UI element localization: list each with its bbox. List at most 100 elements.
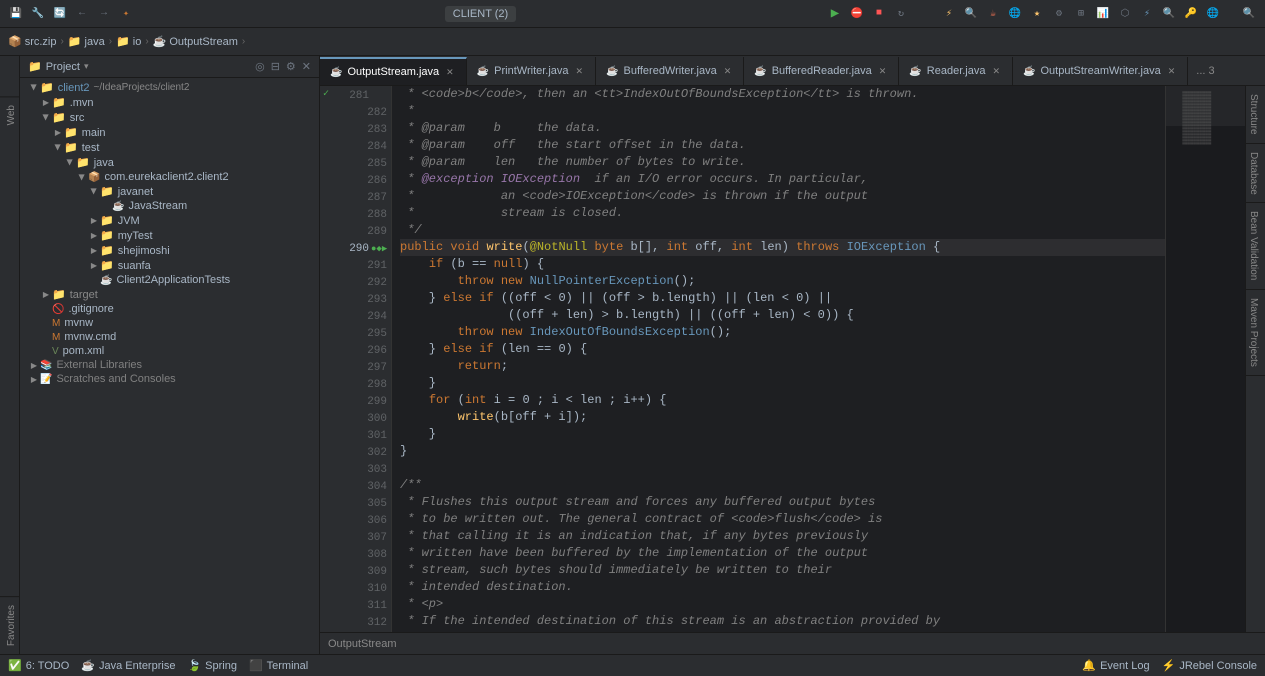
left-tab-web[interactable]: Web xyxy=(0,96,19,133)
tab-outputstreamwriter-close[interactable]: ✕ xyxy=(1166,65,1178,78)
icon2[interactable]: 🔧 xyxy=(30,6,46,22)
project-label: 📁 Project ▾ xyxy=(28,60,88,73)
tree-item-mvn[interactable]: ▶ 📁 .mvn xyxy=(20,95,319,110)
toolbar-globe[interactable]: 🌐 xyxy=(1007,6,1023,22)
stop-icon[interactable]: ■ xyxy=(871,6,887,22)
gutter-304: 304 xyxy=(332,479,391,496)
right-tab-database[interactable]: Database xyxy=(1246,144,1265,204)
tab-bufferedreader-close[interactable]: ✕ xyxy=(877,65,889,78)
toolbar-bolt[interactable]: ⚡ xyxy=(1139,6,1155,22)
tree-locate-icon[interactable]: ◎ xyxy=(255,60,265,73)
tree-item-javanet[interactable]: ▶ 📁 javanet xyxy=(20,184,319,199)
tree-item-target[interactable]: ▶ 📁 target xyxy=(20,287,319,302)
breadcrumb-java[interactable]: 📁 java xyxy=(68,35,105,48)
tree-item-mvnwcmd[interactable]: ▶ M mvnw.cmd xyxy=(20,330,319,344)
tab-outputstreamwriter[interactable]: ☕ OutputStreamWriter.java ✕ xyxy=(1013,57,1188,85)
debug-icon[interactable]: ⛔ xyxy=(849,6,865,22)
left-tab-favorites[interactable]: Favorites xyxy=(0,596,19,654)
tab-reader-close[interactable]: ✕ xyxy=(991,65,1003,78)
folder-main-icon: 📁 xyxy=(64,126,78,139)
tree-item-main[interactable]: ▶ 📁 main xyxy=(20,125,319,140)
toolbar-star[interactable]: ★ xyxy=(1029,6,1045,22)
tab-more[interactable]: ... 3 xyxy=(1188,57,1222,85)
project-dropdown-icon[interactable]: ▾ xyxy=(84,61,89,72)
tab-printwriter[interactable]: ☕ PrintWriter.java ✕ xyxy=(467,57,596,85)
tree-item-test[interactable]: ▶ 📁 test xyxy=(20,140,319,155)
bottom-tab-terminal[interactable]: ⬛ Terminal xyxy=(249,659,308,672)
tab-outputstream-close[interactable]: ✕ xyxy=(444,66,456,79)
bottom-jrebel[interactable]: ⚡ JRebel Console xyxy=(1162,659,1257,672)
code-line-294: ((off + len) > b.length) || ((off + len)… xyxy=(400,307,1165,324)
right-tab-structure[interactable]: Structure xyxy=(1246,86,1265,144)
save-icon[interactable]: 💾 xyxy=(8,6,24,22)
arrow-target: ▶ xyxy=(40,290,52,299)
toolbar-lock[interactable]: 🔑 xyxy=(1183,6,1199,22)
tree-settings-icon[interactable]: ⚙ xyxy=(286,60,296,73)
right-tab-beanval[interactable]: Bean Validation xyxy=(1246,203,1265,289)
code-line-285: * @param len the number of bytes to writ… xyxy=(400,154,1165,171)
tab-printwriter-close[interactable]: ✕ xyxy=(574,65,586,78)
breadcrumb-outputstream[interactable]: ☕ OutputStream xyxy=(153,35,238,48)
tree-item-jvm[interactable]: ▶ 📁 JVM xyxy=(20,213,319,228)
folder-mytest-icon: 📁 xyxy=(100,229,114,242)
tab-bar: ☕ OutputStream.java ✕ ☕ PrintWriter.java… xyxy=(320,56,1265,86)
code-line-288: * stream is closed. xyxy=(400,205,1165,222)
run-icon[interactable]: ▶ xyxy=(827,6,843,22)
breadcrumb-io[interactable]: 📁 io xyxy=(116,35,141,48)
toolbar-gear[interactable]: ⚙ xyxy=(1051,6,1067,22)
bottom-tab-todo[interactable]: ✅ 6: TODO xyxy=(8,659,69,672)
tab-bufferedwriter[interactable]: ☕ BufferedWriter.java ✕ xyxy=(596,57,744,85)
forward-icon[interactable]: → xyxy=(96,6,112,22)
ln-306: 306 xyxy=(359,513,387,530)
tree-item-mvnw[interactable]: ▶ M mvnw xyxy=(20,316,319,330)
tree-item-scratches[interactable]: ▶ 📝 Scratches and Consoles xyxy=(20,372,319,386)
toolbar-grid[interactable]: ⊞ xyxy=(1073,6,1089,22)
project-name[interactable]: CLIENT (2) xyxy=(445,6,516,22)
toolbar-maximize[interactable]: 🔍 xyxy=(1241,6,1257,22)
toolbar-lightning[interactable]: ⚡ xyxy=(941,6,957,22)
toolbar-search2[interactable]: 🔍 xyxy=(1161,6,1177,22)
tree-item-package[interactable]: ▶ 📦 com.eurekaclient2.client2 xyxy=(20,170,319,184)
toolbar-chart[interactable]: 📊 xyxy=(1095,6,1111,22)
bottom-eventlog[interactable]: 🔔 Event Log xyxy=(1082,659,1149,672)
tree-item-client2[interactable]: ▶ 📁 client2 ~/IdeaProjects/client2 xyxy=(20,80,319,95)
tree-item-suanfa[interactable]: ▶ 📁 suanfa xyxy=(20,258,319,273)
tree-item-apptests[interactable]: ▶ ☕ Client2ApplicationTests xyxy=(20,273,319,287)
code-text[interactable]: * <code>b</code>, then an <tt>IndexOutOf… xyxy=(392,86,1165,632)
code-line-311: * <p> xyxy=(400,596,1165,613)
tree-item-gitignore[interactable]: ▶ 🚫 .gitignore xyxy=(20,302,319,316)
back-icon[interactable]: ← xyxy=(74,6,90,22)
marker-icon[interactable]: ✦ xyxy=(118,6,134,22)
tree-close-icon[interactable]: ✕ xyxy=(302,60,311,73)
ln-303: 303 xyxy=(359,462,387,479)
toolbar-search[interactable]: 🔍 xyxy=(963,6,979,22)
tree-item-extlibs[interactable]: ▶ 📚 External Libraries xyxy=(20,358,319,372)
tree-item-pomxml[interactable]: ▶ V pom.xml xyxy=(20,344,319,358)
tree-item-src[interactable]: ▶ 📁 src xyxy=(20,110,319,125)
tab-outputstream[interactable]: ☕ OutputStream.java ✕ xyxy=(320,57,467,85)
icon3[interactable]: 🔄 xyxy=(52,6,68,22)
tree-label-shejimoshi: shejimoshi xyxy=(118,245,170,257)
toolbar-hex[interactable]: ⬡ xyxy=(1117,6,1133,22)
arrow-package: ▶ xyxy=(78,171,87,183)
breadcrumb-srczip[interactable]: 📦 src.zip xyxy=(8,35,56,48)
gutter-290: 290●◆▶ xyxy=(332,241,391,258)
bottom-tab-javaenterprise[interactable]: ☕ Java Enterprise xyxy=(81,659,175,672)
tree-item-shejimoshi[interactable]: ▶ 📁 shejimoshi xyxy=(20,243,319,258)
gutter-306: 306 xyxy=(332,513,391,530)
tree-item-mytest[interactable]: ▶ 📁 myTest xyxy=(20,228,319,243)
tab-bufferedwriter-close[interactable]: ✕ xyxy=(722,65,734,78)
toolbar-coffee[interactable]: ☕ xyxy=(985,6,1001,22)
bottom-tab-spring[interactable]: 🍃 Spring xyxy=(187,659,237,672)
tree-item-javastream[interactable]: ▶ ☕ JavaStream xyxy=(20,199,319,213)
tree-item-java[interactable]: ▶ 📁 java xyxy=(20,155,319,170)
toolbar-world[interactable]: 🌐 xyxy=(1205,6,1221,22)
right-vertical-tabs: Structure Database Bean Validation Maven… xyxy=(1245,86,1265,632)
tree-collapse-icon[interactable]: ⊟ xyxy=(271,60,280,73)
tab-reader[interactable]: ☕ Reader.java ✕ xyxy=(899,57,1013,85)
right-tab-maven[interactable]: Maven Projects xyxy=(1246,290,1265,376)
tree-label-javanet: javanet xyxy=(118,186,153,198)
tab-bufferedreader[interactable]: ☕ BufferedReader.java ✕ xyxy=(744,57,899,85)
ln-290: 290 xyxy=(341,241,369,258)
toolbar-refresh[interactable]: ↻ xyxy=(893,6,909,22)
